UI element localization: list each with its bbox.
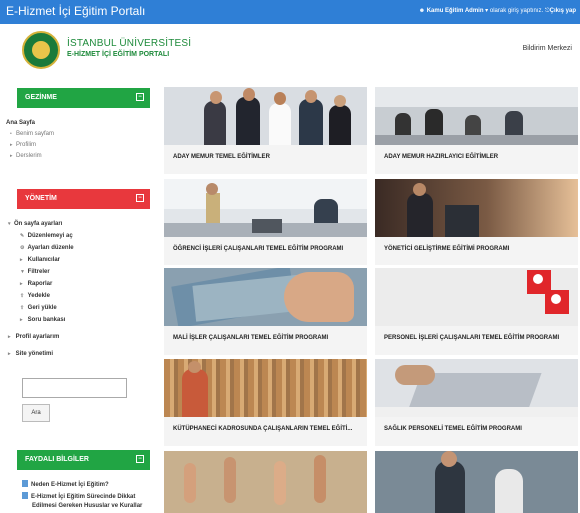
classroom-photo: [375, 87, 578, 145]
university-logo[interactable]: [22, 31, 60, 69]
navigation-block-header[interactable]: GEZİNME −: [17, 88, 150, 108]
document-icon: [22, 480, 28, 487]
laptop-photo: [375, 359, 578, 417]
caret-down-icon: ▾: [485, 8, 489, 14]
admin-item-edit-mode[interactable]: ✎ Düzenlemeyi aç: [20, 233, 73, 239]
sidebar-item-my-page[interactable]: • Benim sayfam: [10, 131, 54, 137]
course-title[interactable]: MALİ İŞLER ÇALIŞANLARI TEMEL EĞİTİM PROG…: [173, 335, 328, 341]
arrow-right-icon: ▸: [8, 351, 11, 357]
admin-item-users[interactable]: ▸ Kullanıcılar: [20, 257, 60, 263]
sidebar-item-home[interactable]: Ana Sayfa: [6, 120, 35, 126]
raised-hands-photo: [164, 451, 367, 513]
sidebar-item-courses[interactable]: ▸ Derslerim: [10, 153, 42, 159]
course-card[interactable]: ADAY MEMUR HAZIRLAYICI EĞİTİMLER: [375, 87, 578, 174]
admin-search-input[interactable]: [22, 378, 127, 398]
collapse-icon[interactable]: −: [136, 93, 144, 101]
info-block-title: FAYDALI BİLGİLER: [25, 456, 89, 463]
course-card[interactable]: PERSONEL İŞLERİ ÇALIŞANLARI TEMEL EĞİTİM…: [375, 268, 578, 355]
course-title[interactable]: PERSONEL İŞLERİ ÇALIŞANLARI TEMEL EĞİTİM…: [384, 335, 559, 341]
site-brand-link[interactable]: E-Hizmet İçi Eğitim Portalı: [6, 4, 145, 18]
arrow-right-icon: ▸: [8, 334, 11, 340]
library-photo: [164, 359, 367, 417]
navigation-block-title: GEZİNME: [25, 94, 57, 101]
course-card[interactable]: [164, 451, 367, 513]
course-title[interactable]: ADAY MEMUR TEMEL EĞİTİMLER: [173, 154, 270, 160]
personnel-icons-photo: [375, 268, 578, 326]
admin-item-settings[interactable]: ⚙ Ayarları düzenle: [20, 245, 74, 251]
collapse-icon[interactable]: −: [136, 194, 144, 202]
course-card[interactable]: [375, 451, 578, 513]
user-name[interactable]: Kamu Eğitim Admin: [427, 8, 484, 14]
sidebar-item-site-admin[interactable]: ▸ Site yönetimi: [8, 351, 53, 357]
sidebar-item-profile-settings[interactable]: ▸ Profil ayarlarım: [8, 334, 59, 340]
info-item-rules-cont[interactable]: Edilmesi Gereken Hususlar ve Kurallar: [32, 503, 142, 509]
user-menu[interactable]: ☻ Kamu Eğitim Admin ▾ olarak giriş yaptı…: [419, 7, 576, 15]
info-item-rules[interactable]: E-Hizmet İçi Eğitim Sürecinde Dikkat: [22, 492, 135, 500]
info-block-header[interactable]: FAYDALI BİLGİLER −: [17, 450, 150, 470]
admin-item-filters[interactable]: ▼ Filtreler: [20, 269, 50, 275]
logout-link[interactable]: Çıkış yap: [550, 8, 576, 14]
arrow-right-icon: ▸: [20, 257, 23, 263]
admin-item-restore[interactable]: ⇧ Geri yükle: [20, 305, 57, 311]
arrow-right-icon: ▸: [20, 281, 23, 287]
info-item-why[interactable]: Neden E-Hizmet İçi Eğitim?: [22, 480, 109, 488]
top-navbar: E-Hizmet İçi Eğitim Portalı ☻ Kamu Eğiti…: [0, 0, 580, 24]
admin-search-button[interactable]: Ara: [22, 404, 50, 422]
course-title[interactable]: ADAY MEMUR HAZIRLAYICI EĞİTİMLER: [384, 154, 498, 160]
course-title[interactable]: ÖĞRENCİ İŞLERİ ÇALIŞANLARI TEMEL EĞİTİM …: [173, 246, 343, 252]
business-team-photo: [164, 87, 367, 145]
gear-icon: ⚙: [20, 245, 25, 251]
collapse-icon[interactable]: −: [136, 455, 144, 463]
office-photo: [164, 179, 367, 237]
upload-icon: ⇧: [20, 293, 25, 299]
sidebar-item-front-settings[interactable]: ▾ Ön sayfa ayarları: [8, 221, 62, 227]
pencil-icon: ✎: [20, 233, 25, 239]
notification-center-link[interactable]: Bildirim Merkezi: [523, 45, 572, 52]
filter-icon: ▼: [20, 269, 25, 275]
course-card[interactable]: SAĞLIK PERSONELİ TEMEL EĞİTİM PROGRAMI: [375, 359, 578, 446]
org-name: İSTANBUL ÜNİVERSİTESİ: [67, 38, 192, 49]
login-status-text: olarak giriş yaptınız.: [489, 8, 544, 14]
arrow-right-icon: ▸: [20, 317, 23, 323]
course-card[interactable]: KÜTÜPHANECİ KADROSUNDA ÇALIŞANLARIN TEME…: [164, 359, 367, 446]
admin-block-title: YÖNETİM: [25, 195, 57, 202]
banknotes-photo: [164, 268, 367, 326]
course-title[interactable]: YÖNETİCİ GELİŞTİRME EĞİTİMİ PROGRAMI: [384, 246, 509, 252]
sidebar-item-profile[interactable]: ▸ Profilim: [10, 142, 36, 148]
speaker-photo: [375, 179, 578, 237]
left-sidebar: GEZİNME − Ana Sayfa • Benim sayfam ▸ Profi…: [0, 76, 155, 513]
call-center-photo: [375, 451, 578, 513]
restore-icon: ⇧: [20, 305, 25, 311]
course-title[interactable]: KÜTÜPHANECİ KADROSUNDA ÇALIŞANLARIN TEME…: [173, 426, 352, 432]
course-card[interactable]: YÖNETİCİ GELİŞTİRME EĞİTİMİ PROGRAMI: [375, 179, 578, 265]
user-icon: ☻: [418, 8, 426, 14]
document-icon: [22, 492, 28, 499]
course-title[interactable]: SAĞLIK PERSONELİ TEMEL EĞİTİM PROGRAMI: [384, 426, 522, 432]
admin-item-question-bank[interactable]: ▸ Soru bankası: [20, 317, 65, 323]
course-card[interactable]: ADAY MEMUR TEMEL EĞİTİMLER: [164, 87, 367, 174]
course-card[interactable]: ÖĞRENCİ İŞLERİ ÇALIŞANLARI TEMEL EĞİTİM …: [164, 179, 367, 265]
admin-block-header[interactable]: YÖNETİM −: [17, 189, 150, 209]
course-card[interactable]: MALİ İŞLER ÇALIŞANLARI TEMEL EĞİTİM PROG…: [164, 268, 367, 355]
admin-item-backup[interactable]: ⇧ Yedekle: [20, 293, 50, 299]
portal-name: E-HİZMET İÇİ EĞİTİM PORTALI: [67, 51, 170, 58]
page-header: İSTANBUL ÜNİVERSİTESİ E-HİZMET İÇİ EĞİTİ…: [0, 24, 580, 76]
admin-item-reports[interactable]: ▸ Raporlar: [20, 281, 52, 287]
